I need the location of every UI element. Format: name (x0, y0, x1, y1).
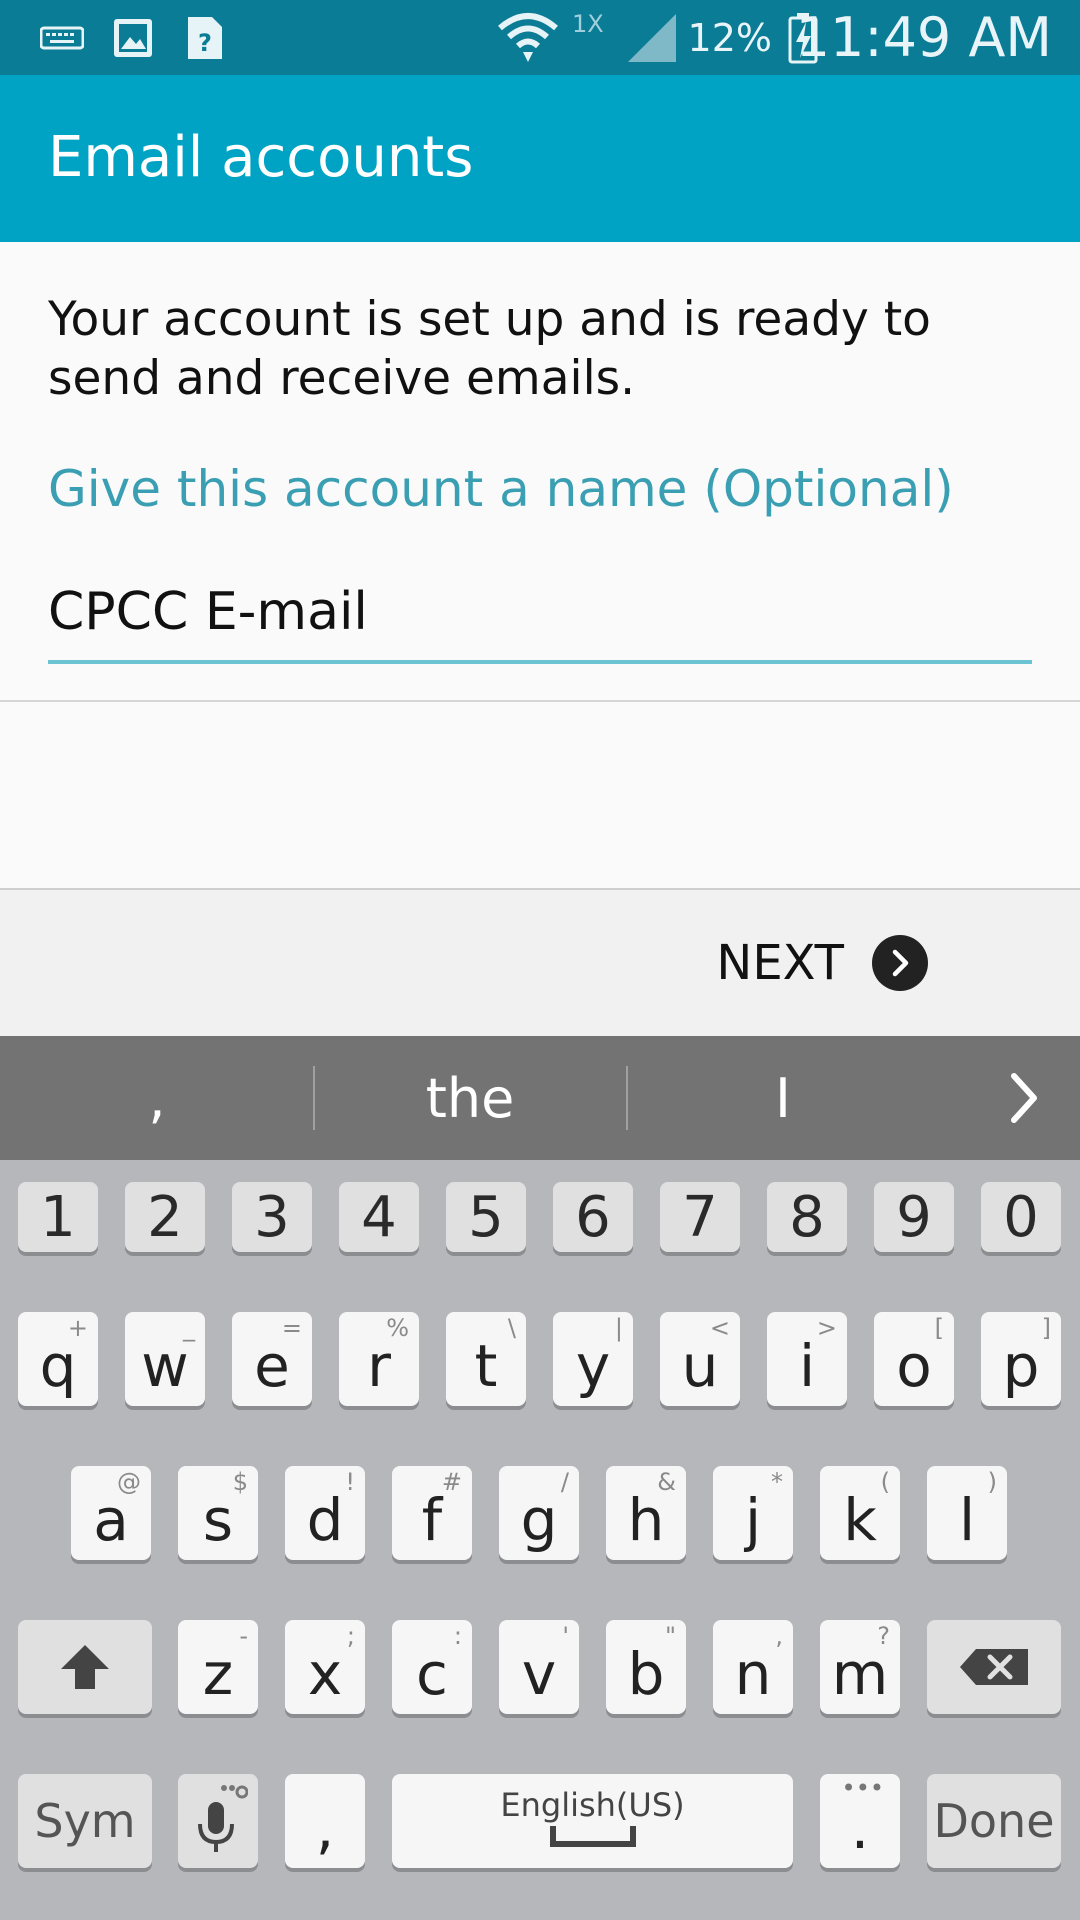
key-q[interactable]: + q (18, 1312, 98, 1406)
next-label: NEXT (716, 935, 844, 991)
key-5[interactable]: 5 (446, 1182, 526, 1252)
comma-key[interactable]: , (285, 1774, 365, 1868)
setup-message: Your account is set up and is ready to s… (48, 292, 931, 406)
key-k[interactable]: (k (820, 1466, 900, 1560)
key-1[interactable]: 1 (18, 1182, 98, 1252)
key-c[interactable]: :c (392, 1620, 472, 1714)
key-m[interactable]: ? m (820, 1620, 900, 1714)
key-4[interactable]: 4 (339, 1182, 419, 1252)
key-j[interactable]: * j (713, 1466, 793, 1560)
key-3[interactable]: 3 (232, 1182, 312, 1252)
account-name-input[interactable] (48, 562, 1032, 662)
shift-icon (61, 1645, 109, 1689)
done-key[interactable]: Done (927, 1774, 1061, 1868)
button-bar: NEXT (0, 890, 1080, 1036)
battery-percent: 12% (687, 15, 772, 60)
network-type: 1X (572, 9, 604, 38)
unknown-file-icon: ? (186, 0, 224, 75)
suggestion-item[interactable]: I (627, 1036, 939, 1160)
signal-icon (626, 0, 678, 75)
next-button[interactable]: NEXT (716, 922, 928, 1004)
key-l[interactable]: ) l (927, 1466, 1007, 1560)
suggestion-item[interactable]: the (314, 1036, 626, 1160)
key-v[interactable]: ' v (499, 1620, 579, 1714)
backspace-key[interactable] (927, 1620, 1061, 1714)
key-t[interactable]: \ t (446, 1312, 526, 1406)
key-p[interactable]: ] p (981, 1312, 1061, 1406)
status-time: 11:49 AM (795, 6, 1052, 69)
key-g[interactable]: / g (499, 1466, 579, 1560)
key-6[interactable]: 6 (553, 1182, 633, 1252)
period-key[interactable]: ••• . (820, 1774, 900, 1868)
key-d[interactable]: ! d (285, 1466, 365, 1560)
account-name-label: Give this account a name (Optional) (48, 460, 954, 518)
voice-input-key[interactable] (178, 1774, 258, 1868)
divider (0, 700, 1080, 702)
backspace-icon (960, 1649, 1028, 1685)
key-f[interactable]: # f (392, 1466, 472, 1560)
space-language-label: English(US) (500, 1786, 685, 1824)
key-h[interactable]: & h (606, 1466, 686, 1560)
space-icon (549, 1826, 636, 1847)
space-key[interactable]: English(US) (392, 1774, 793, 1868)
suggestion-item[interactable]: , (0, 1036, 314, 1160)
account-name-field-wrapper (48, 562, 1032, 662)
microphone-icon (198, 1785, 248, 1852)
key-a[interactable]: @ a (71, 1466, 151, 1560)
key-u[interactable]: < u (660, 1312, 740, 1406)
app-bar: Email accounts (0, 75, 1080, 242)
key-b[interactable]: " b (606, 1620, 686, 1714)
key-s[interactable]: $ s (178, 1466, 258, 1560)
key-w[interactable]: _ w (125, 1312, 205, 1406)
sym-key[interactable]: Sym (18, 1774, 152, 1868)
svg-text:?: ? (198, 29, 212, 57)
keyboard-icon (40, 0, 84, 75)
key-y[interactable]: | y (553, 1312, 633, 1406)
key-r[interactable]: % r (339, 1312, 419, 1406)
suggestion-bar: , the I (0, 1036, 1080, 1160)
key-x[interactable]: ; x (285, 1620, 365, 1714)
chevron-right-icon[interactable] (992, 1066, 1056, 1130)
image-icon (112, 0, 154, 75)
shift-key[interactable] (18, 1620, 152, 1714)
key-9[interactable]: 9 (874, 1182, 954, 1252)
wifi-icon (496, 0, 560, 75)
key-2[interactable]: 2 (125, 1182, 205, 1252)
key-z[interactable]: -z (178, 1620, 258, 1714)
key-e[interactable]: = e (232, 1312, 312, 1406)
page-title: Email accounts (48, 125, 474, 190)
account-name-underline (48, 660, 1032, 664)
key-7[interactable]: 7 (660, 1182, 740, 1252)
chevron-right-icon (872, 935, 928, 991)
key-0[interactable]: 0 (981, 1182, 1061, 1252)
account-setup-content: Your account is set up and is ready to s… (0, 242, 1080, 702)
status-bar: ? 1X 12% 11:49 AM (0, 0, 1080, 75)
key-n[interactable]: ,n (713, 1620, 793, 1714)
key-o[interactable]: [o (874, 1312, 954, 1406)
key-8[interactable]: 8 (767, 1182, 847, 1252)
key-i[interactable]: > i (767, 1312, 847, 1406)
keyboard: 1 2 3 4 5 6 7 8 9 0 + q _ w = e % r \ t | y < u… (0, 1160, 1080, 1920)
